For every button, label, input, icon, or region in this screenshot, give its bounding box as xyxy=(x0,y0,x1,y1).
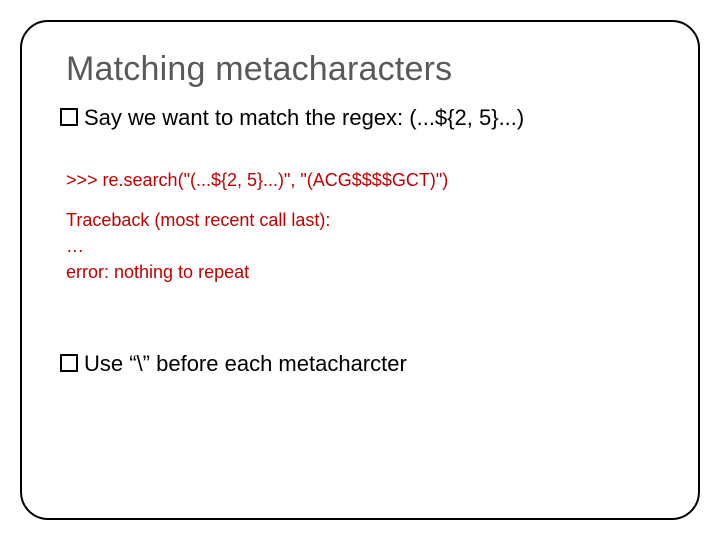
square-bullet-icon xyxy=(60,354,78,372)
code-block: >>> re.search("(...${2, 5}...)", "(ACG$$… xyxy=(66,167,662,285)
bullet-1-text: Say we want to match the regex: (...${2,… xyxy=(84,103,662,133)
spacer xyxy=(66,285,662,343)
bullet-2-text: Use “\” before each metacharcter xyxy=(84,349,662,379)
square-bullet-icon xyxy=(60,108,78,126)
bullet-item-2: Use “\” before each metacharcter xyxy=(60,349,662,379)
bullet-item-1: Say we want to match the regex: (...${2,… xyxy=(60,103,662,133)
slide-frame: Matching metacharacters Say we want to m… xyxy=(20,20,700,520)
traceback-line-1: Traceback (most recent call last): xyxy=(66,207,662,233)
code-line-1: >>> re.search("(...${2, 5}...)", "(ACG$$… xyxy=(66,167,662,193)
traceback-line-2: … xyxy=(66,233,662,259)
traceback-line-3: error: nothing to repeat xyxy=(66,259,662,285)
slide-title: Matching metacharacters xyxy=(66,50,662,89)
